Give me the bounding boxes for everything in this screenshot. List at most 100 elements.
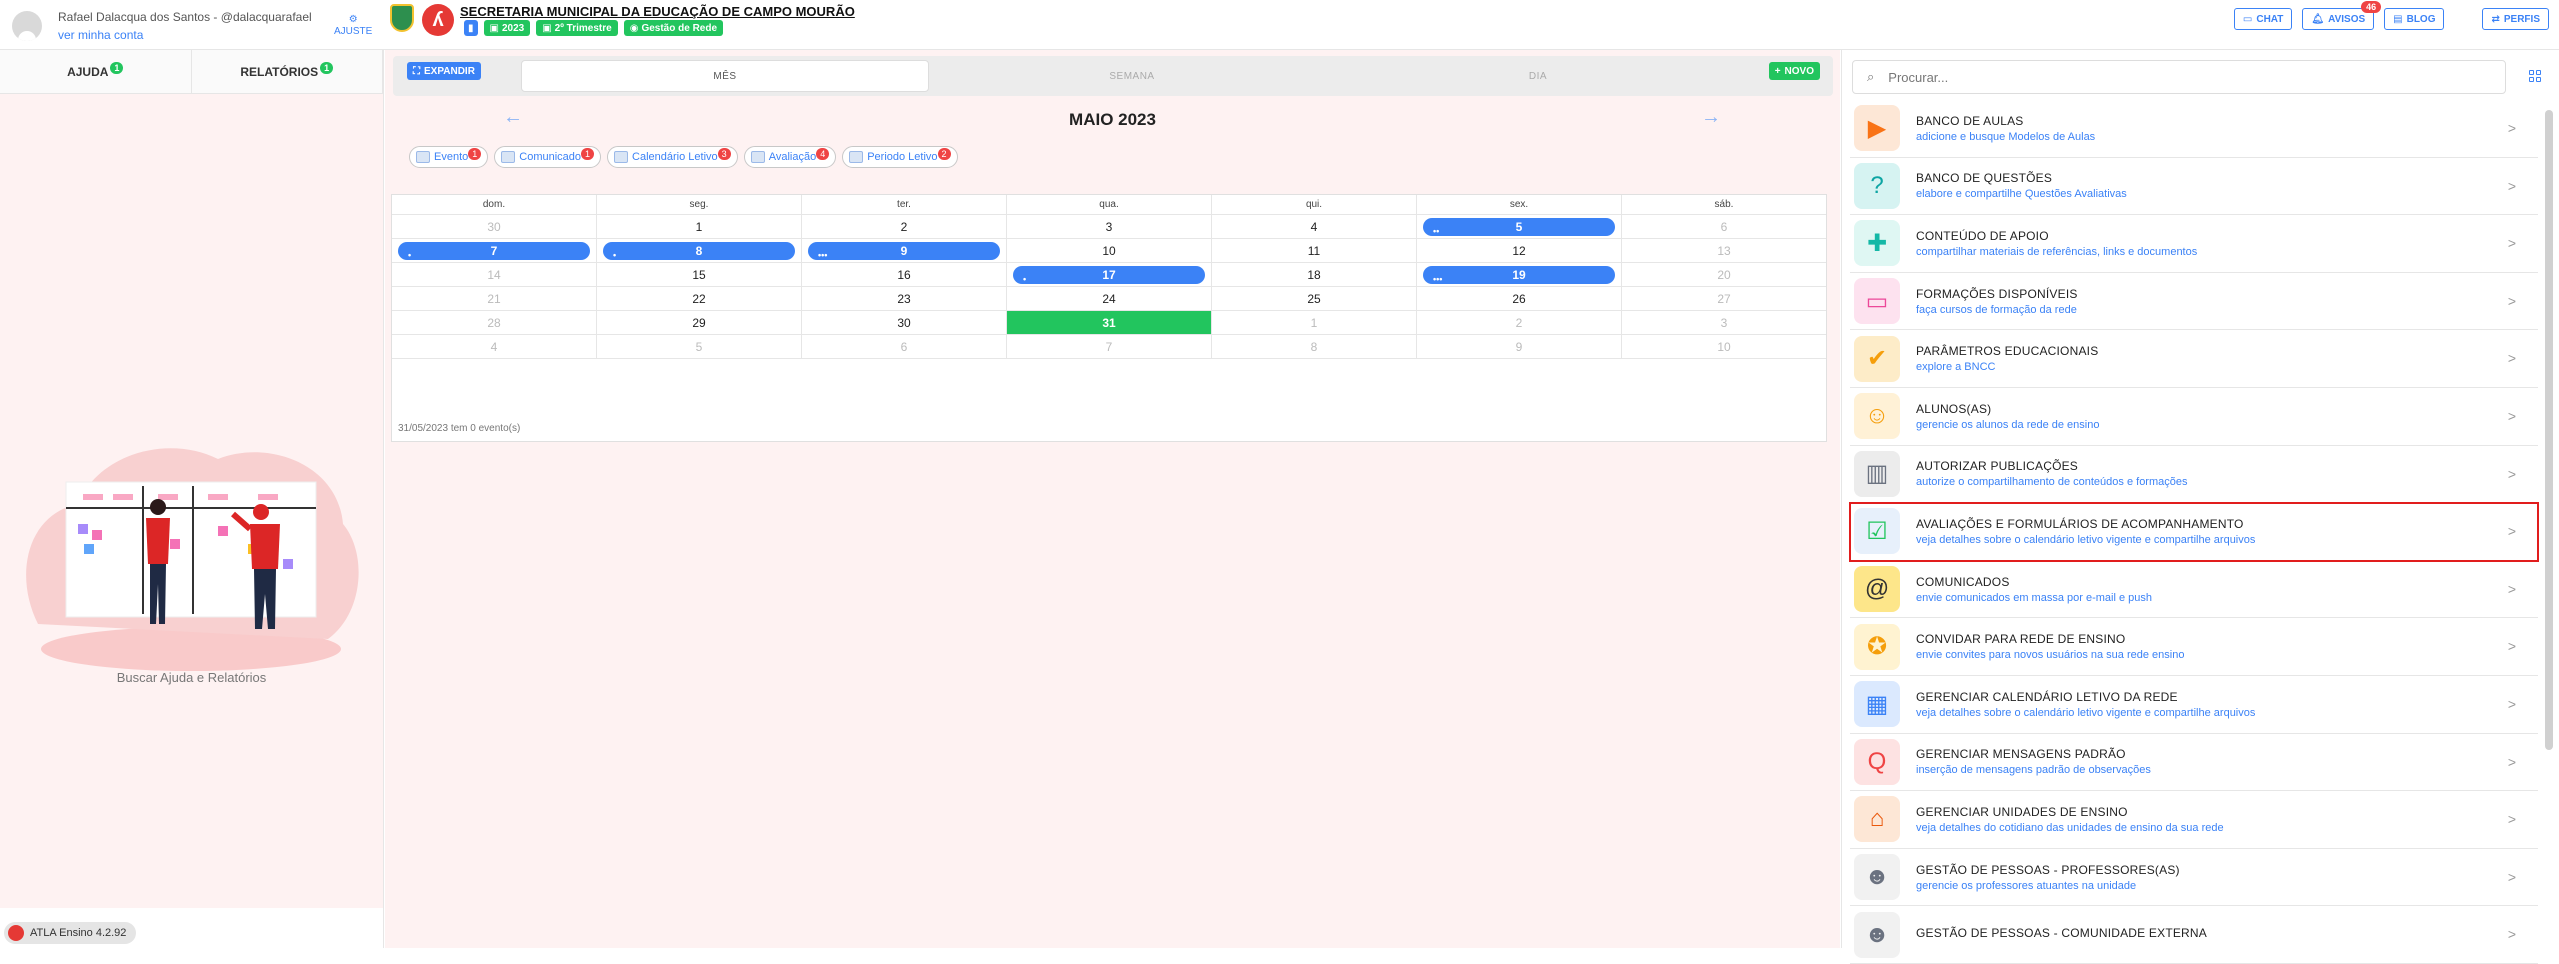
calendar-day[interactable]: 25 xyxy=(1212,287,1417,310)
calendar-day[interactable]: 14 xyxy=(392,263,597,286)
calendar-day[interactable]: 5 •• xyxy=(1417,215,1622,238)
calendar-day[interactable]: 30 xyxy=(802,311,1007,334)
calendar-day[interactable]: 30 xyxy=(392,215,597,238)
year-chip[interactable]: ▣ 2023 xyxy=(483,20,531,36)
module-item[interactable]: ▥ AUTORIZAR PUBLICAÇÕES autorize o compa… xyxy=(1850,446,2538,504)
calendar-day[interactable]: 3 xyxy=(1622,311,1826,334)
calendar-day[interactable]: 5 xyxy=(597,335,802,358)
calendar-day[interactable]: 21 xyxy=(392,287,597,310)
search-box[interactable]: ⌕ Procurar... xyxy=(1852,60,2506,94)
avatar[interactable] xyxy=(12,11,42,41)
tab-day[interactable]: DIA xyxy=(1335,60,1741,92)
calendar-day[interactable]: 2 xyxy=(802,215,1007,238)
legend-chip[interactable]: Comunicado 1 xyxy=(494,146,602,168)
module-item[interactable]: Q GERENCIAR MENSAGENS PADRÃO inserção de… xyxy=(1850,734,2538,792)
blog-button[interactable]: ▤ BLOG xyxy=(2384,8,2445,30)
calendar-day[interactable]: 20 xyxy=(1622,263,1826,286)
org-title[interactable]: SECRETARIA MUNICIPAL DA EDUCAÇÃO DE CAMP… xyxy=(460,4,855,19)
calendar-day[interactable]: 3 xyxy=(1007,215,1212,238)
calendar-day[interactable]: 6 xyxy=(1622,215,1826,238)
legend-chip[interactable]: Periodo Letivo 2 xyxy=(842,146,958,168)
chevron-right-icon: > xyxy=(2507,753,2516,770)
account-link[interactable]: ver minha conta xyxy=(58,28,312,42)
mode-chip[interactable]: ◉ Gestão de Rede xyxy=(623,20,724,36)
term-chip[interactable]: ▣ 2º Trimestre xyxy=(536,20,618,36)
calendar-day[interactable]: 9 xyxy=(1417,335,1622,358)
calendar-day[interactable]: 13 xyxy=(1622,239,1826,262)
expand-button[interactable]: ⛶ EXPANDIR xyxy=(407,62,481,80)
perfis-button[interactable]: ⇄ PERFIS xyxy=(2482,8,2549,30)
calendar-day[interactable]: 28 xyxy=(392,311,597,334)
module-title: CONTEÚDO DE APOIO xyxy=(1916,228,2049,243)
module-item[interactable]: ✚ CONTEÚDO DE APOIO compartilhar materia… xyxy=(1850,215,2538,273)
calendar-day[interactable]: 10 xyxy=(1622,335,1826,358)
module-item[interactable]: ☻ GESTÃO DE PESSOAS - COMUNIDADE EXTERNA… xyxy=(1850,906,2538,964)
event-pill[interactable]: 5 •• xyxy=(1423,218,1615,236)
calendar-day[interactable]: 4 xyxy=(392,335,597,358)
weekday-label: sáb. xyxy=(1714,199,1734,210)
calendar-day[interactable]: 16 xyxy=(802,263,1007,286)
calendar-day[interactable]: 8 • xyxy=(597,239,802,262)
chevron-right-icon: > xyxy=(2507,350,2516,367)
legend-chip[interactable]: Avaliação 4 xyxy=(743,146,837,168)
grid-view-icon[interactable] xyxy=(2529,70,2541,82)
module-item[interactable]: ⌂ GERENCIAR UNIDADES DE ENSINO veja deta… xyxy=(1850,791,2538,849)
legend-chip[interactable]: Evento 1 xyxy=(409,146,489,168)
calendar-day[interactable]: 1 xyxy=(1212,311,1417,334)
calendar-day[interactable]: 2 xyxy=(1417,311,1622,334)
event-pill[interactable]: 17 • xyxy=(1013,266,1205,284)
next-month-arrow-icon[interactable]: → xyxy=(1701,106,1721,129)
module-item[interactable]: ▶ BANCO DE AULAS adicione e busque Model… xyxy=(1850,100,2538,158)
module-item[interactable]: ▦ GERENCIAR CALENDÁRIO LETIVO DA REDE ve… xyxy=(1850,676,2538,734)
ajuste-button[interactable]: ⚙ AJUSTE xyxy=(334,14,372,38)
calendar-day[interactable]: 10 xyxy=(1007,239,1212,262)
calendar-day[interactable]: 7 xyxy=(1007,335,1212,358)
calendar-day[interactable]: 23 xyxy=(802,287,1007,310)
event-pill[interactable]: 8 • xyxy=(603,242,795,260)
calendar-day[interactable]: 9 ••• xyxy=(802,239,1007,262)
calendar-day[interactable]: 8 xyxy=(1212,335,1417,358)
calendar-day[interactable]: 22 xyxy=(597,287,802,310)
module-title: ALUNOS(AS) xyxy=(1916,401,1992,416)
event-pill[interactable]: 19 ••• xyxy=(1423,266,1615,284)
calendar-day[interactable]: 31 xyxy=(1007,311,1212,334)
tab-month[interactable]: MÊS xyxy=(521,60,929,92)
tab-relatorios[interactable]: RELATÓRIOS 1 xyxy=(192,50,383,93)
tab-ajuda[interactable]: AJUDA 1 xyxy=(0,50,192,93)
version-badge[interactable]: ATLA Ensino 4.2.92 xyxy=(4,922,137,944)
module-item[interactable]: ☻ GESTÃO DE PESSOAS - PROFESSORES(AS) ge… xyxy=(1850,849,2538,907)
module-title: COMUNICADOS xyxy=(1916,574,2010,589)
search-input[interactable]: Procurar... xyxy=(1888,70,1948,85)
event-pill[interactable]: 7 • xyxy=(398,242,590,260)
module-item[interactable]: ☑ AVALIAÇÕES E FORMULÁRIOS DE ACOMPANHAM… xyxy=(1849,502,2539,562)
module-item[interactable]: ✔ PARÂMETROS EDUCACIONAIS explore a BNCC… xyxy=(1850,330,2538,388)
calendar-day[interactable]: 19 ••• xyxy=(1417,263,1622,286)
legend-chip[interactable]: Calendário Letivo 3 xyxy=(607,146,738,168)
calendar-day[interactable]: 6 xyxy=(802,335,1007,358)
calendar-day[interactable]: 24 xyxy=(1007,287,1212,310)
module-item[interactable]: ☺ ALUNOS(AS) gerencie os alunos da rede … xyxy=(1850,388,2538,446)
new-event-button[interactable]: + NOVO xyxy=(1768,62,1820,80)
calendar-day[interactable]: 17 • xyxy=(1007,263,1212,286)
calendar-day[interactable]: 11 xyxy=(1212,239,1417,262)
calendar-day[interactable]: 1 xyxy=(597,215,802,238)
module-item[interactable]: ✪ CONVIDAR PARA REDE DE ENSINO envie con… xyxy=(1850,618,2538,676)
calendar-day[interactable]: 7 • xyxy=(392,239,597,262)
user-info[interactable]: Rafael Dalacqua dos Santos - @dalacquara… xyxy=(12,6,312,46)
avisos-button[interactable]: 🔔︎ AVISOS 46 xyxy=(2302,1,2382,30)
calendar-day[interactable]: 15 xyxy=(597,263,802,286)
module-item[interactable]: @ COMUNICADOS envie comunicados em massa… xyxy=(1850,561,2538,619)
tab-week[interactable]: SEMANA xyxy=(929,60,1335,92)
event-pill[interactable]: 9 ••• xyxy=(808,242,1000,260)
calendar-day[interactable]: 27 xyxy=(1622,287,1826,310)
module-item[interactable]: ▭ FORMAÇÕES DISPONÍVEIS faça cursos de f… xyxy=(1850,273,2538,331)
calendar-day[interactable]: 18 xyxy=(1212,263,1417,286)
calendar-day[interactable]: 29 xyxy=(597,311,802,334)
calendar-day[interactable]: 12 xyxy=(1417,239,1622,262)
calendar-day[interactable]: 4 xyxy=(1212,215,1417,238)
stats-chip[interactable]: ▮ xyxy=(464,20,478,36)
scrollbar[interactable] xyxy=(2545,110,2553,750)
module-item[interactable]: ? BANCO DE QUESTÕES elabore e compartilh… xyxy=(1850,158,2538,216)
chat-button[interactable]: ▭ CHAT xyxy=(2233,8,2293,30)
calendar-day[interactable]: 26 xyxy=(1417,287,1622,310)
